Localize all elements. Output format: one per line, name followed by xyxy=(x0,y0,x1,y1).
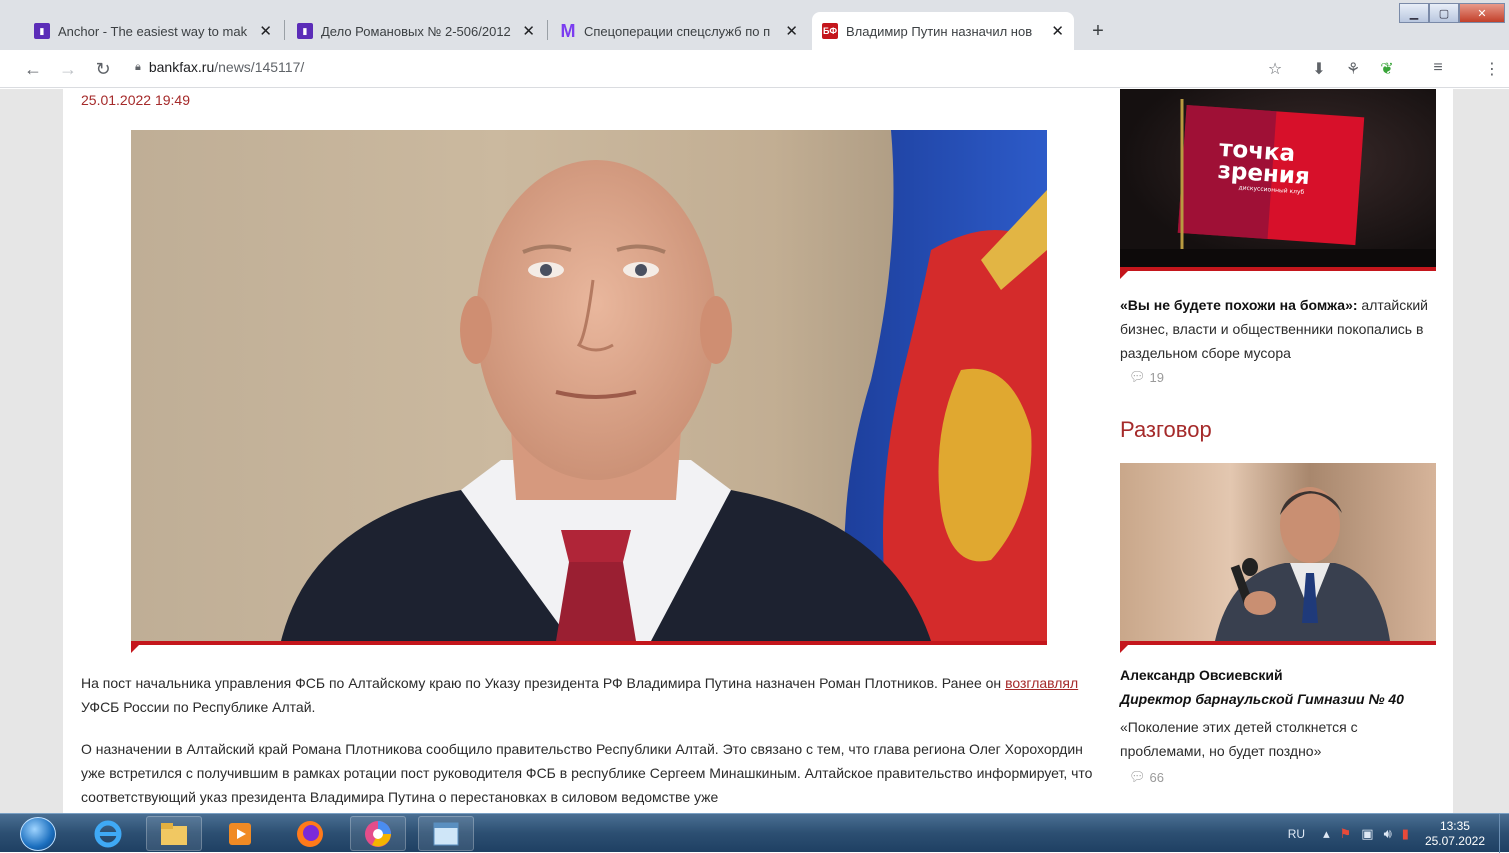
tab-divider xyxy=(547,20,548,40)
portrait-illustration xyxy=(281,130,1047,641)
reload-icon[interactable]: ↻ xyxy=(92,58,114,80)
photo-accent-line xyxy=(131,641,1047,645)
power-icon[interactable]: ▮ xyxy=(1402,826,1409,842)
comment-icon: 💬︎ xyxy=(1129,369,1146,384)
internet-explorer-icon[interactable] xyxy=(80,816,136,851)
browser-toolbar: ← → ↻ 🔒︎ bankfax.ru /news/145117/ ☆ ⬇ ⚘ … xyxy=(0,50,1509,88)
tab-anchor[interactable]: ▮ Anchor - The easiest way to mak ✕ xyxy=(24,12,282,50)
url-path: /news/145117/ xyxy=(214,59,305,75)
promo-image-tochka-zreniya[interactable]: точка зрения дискуссионный клуб xyxy=(1120,89,1436,267)
minimize-button[interactable]: ▁ xyxy=(1399,3,1429,23)
windows-taskbar: RU ▴ ⚑ ▣ 🔊︎ ▮ 13:35 25.07.2022 xyxy=(0,813,1509,853)
promo-accent-line xyxy=(1120,267,1436,271)
leaf-extension-icon[interactable]: ❦ xyxy=(1377,59,1397,79)
anchor-icon: ▮ xyxy=(34,23,50,39)
tab-title: Дело Романовых № 2-506/2012 xyxy=(321,23,511,39)
volume-icon[interactable]: 🔊︎ xyxy=(1384,826,1392,842)
tab-divider xyxy=(284,20,285,40)
interview-photo[interactable] xyxy=(1120,463,1436,641)
interviewee-name[interactable]: Александр Овсиевский xyxy=(1120,667,1283,683)
page-content: 25.01.2022 19:49 На пост начальника упра… xyxy=(63,89,1453,813)
promo-title-line2: зрения xyxy=(1216,157,1311,191)
article-date: 25.01.2022 19:49 xyxy=(81,92,190,108)
sidebar-news-title[interactable]: «Вы не будете похожи на бомжа»: алтайски… xyxy=(1120,293,1450,365)
reading-list-icon[interactable]: ≡ xyxy=(1428,59,1448,77)
lock-icon: 🔒︎ xyxy=(135,60,141,73)
language-indicator[interactable]: RU xyxy=(1288,827,1305,841)
start-button[interactable] xyxy=(20,817,56,851)
window-controls: ▁ ▢ ✕ xyxy=(1399,3,1505,23)
url-host: bankfax.ru xyxy=(148,59,215,75)
interview-accent-line xyxy=(1120,641,1436,645)
menu-kebab-icon[interactable]: ⋮ xyxy=(1482,59,1502,79)
close-tab-icon[interactable]: ✕ xyxy=(259,22,272,40)
maximize-button[interactable]: ▢ xyxy=(1429,3,1459,23)
speaker-illustration xyxy=(1215,487,1390,641)
article-photo xyxy=(131,130,1047,641)
article-paragraph-2: О назначении в Алтайский край Романа Пло… xyxy=(81,741,1093,805)
article-paragraph-1: На пост начальника управления ФСБ по Алт… xyxy=(81,671,1101,719)
close-tab-icon[interactable]: ✕ xyxy=(522,22,535,40)
show-desktop-button[interactable] xyxy=(1499,814,1509,853)
anchor-icon: ▮ xyxy=(297,23,313,39)
sidebar-news-comments[interactable]: 💬︎ 19 xyxy=(1129,369,1164,385)
interview-comments[interactable]: 💬︎ 66 xyxy=(1129,769,1164,785)
action-center-icon[interactable]: ⚑ xyxy=(1340,826,1352,842)
paragraph-text: На пост начальника управления ФСБ по Алт… xyxy=(81,675,1006,691)
tab-bankfax-active[interactable]: БФ Владимир Путин назначил нов ✕ xyxy=(812,12,1074,50)
comment-count: 19 xyxy=(1149,369,1164,385)
network-icon[interactable]: ▣ xyxy=(1361,826,1373,842)
show-hidden-icons-icon[interactable]: ▴ xyxy=(1323,826,1330,842)
firefox-icon[interactable] xyxy=(282,816,338,851)
promo-accent-corner xyxy=(1120,271,1128,279)
close-window-button[interactable]: ✕ xyxy=(1459,3,1505,23)
bankfax-icon: БФ xyxy=(822,23,838,39)
comment-count: 66 xyxy=(1149,769,1164,785)
address-bar[interactable]: 🔒︎ bankfax.ru /news/145117/ xyxy=(135,59,304,75)
extension-icon[interactable]: ⚘ xyxy=(1343,59,1363,79)
taskbar-clock[interactable]: 13:35 25.07.2022 xyxy=(1425,819,1485,849)
interviewee-role: Директор барнаульской Гимназии № 40 xyxy=(1120,691,1404,707)
tab-title: Anchor - The easiest way to mak xyxy=(58,23,248,39)
new-tab-button[interactable]: + xyxy=(1084,17,1112,45)
media-player-icon[interactable] xyxy=(212,816,268,851)
interview-accent-corner xyxy=(1120,645,1128,653)
article-link[interactable]: возглавлял xyxy=(1005,675,1078,691)
file-explorer-icon[interactable] xyxy=(146,816,202,851)
photo-accent-corner xyxy=(131,645,139,653)
system-tray: RU ▴ ⚑ ▣ 🔊︎ ▮ 13:35 25.07.2022 xyxy=(1288,814,1509,853)
paragraph-text: УФСБ России по Республике Алтай. xyxy=(81,699,316,715)
web-page-viewport[interactable]: 25.01.2022 19:49 На пост начальника упра… xyxy=(0,89,1509,813)
m-icon: M xyxy=(560,20,576,41)
browser-tab-strip: ▮ Anchor - The easiest way to mak ✕ ▮ Де… xyxy=(0,0,1509,50)
clock-date: 25.07.2022 xyxy=(1424,833,1485,848)
clock-time: 13:35 xyxy=(1439,818,1470,833)
comment-icon: 💬︎ xyxy=(1129,769,1146,784)
tab-romanov-case[interactable]: ▮ Дело Романовых № 2-506/2012 ✕ xyxy=(287,12,545,50)
section-heading-razgovor[interactable]: Разговор xyxy=(1120,417,1212,443)
close-tab-icon[interactable]: ✕ xyxy=(1051,22,1064,40)
interview-quote[interactable]: «Поколение этих детей столкнется с пробл… xyxy=(1120,715,1420,763)
tab-title: Владимир Путин назначил нов xyxy=(846,23,1033,39)
tab-special-ops[interactable]: M Спецоперации спецслужб по п ✕ xyxy=(550,12,808,50)
download-icon[interactable]: ⬇ xyxy=(1309,59,1329,79)
close-tab-icon[interactable]: ✕ xyxy=(785,22,798,40)
tab-title: Спецоперации спецслужб по п xyxy=(584,23,771,39)
back-icon[interactable]: ← xyxy=(22,58,44,80)
bookmark-star-icon[interactable]: ☆ xyxy=(1265,59,1285,79)
forward-icon[interactable]: → xyxy=(57,58,79,80)
sidebar-news-title-bold: «Вы не будете похожи на бомжа»: xyxy=(1120,297,1358,313)
chrome-like-browser-icon[interactable] xyxy=(350,816,406,851)
window-app-icon[interactable] xyxy=(418,816,474,851)
